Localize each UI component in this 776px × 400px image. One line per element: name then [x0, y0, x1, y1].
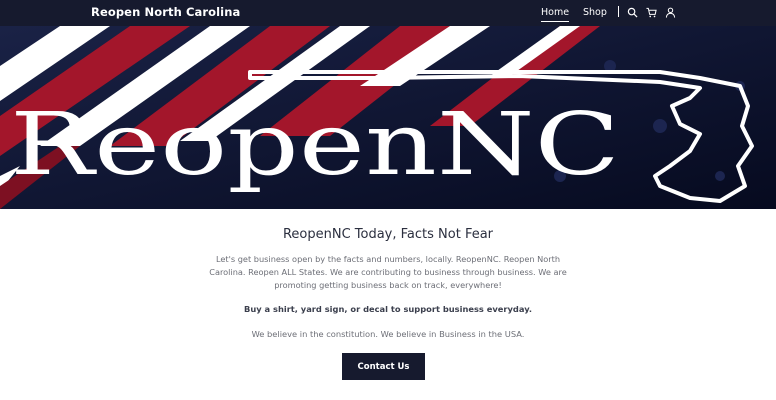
- hero-banner-graphic: ReopenNC: [0, 26, 776, 209]
- top-navigation-bar: Reopen North Carolina Home Shop: [0, 0, 776, 26]
- hero-banner: ReopenNC: [0, 26, 776, 209]
- contact-us-button[interactable]: Contact Us: [342, 353, 425, 380]
- support-callout: Buy a shirt, yard sign, or decal to supp…: [244, 304, 532, 314]
- search-icon[interactable]: [626, 6, 639, 19]
- user-icon[interactable]: [664, 6, 677, 19]
- hero-title: ReopenNC: [10, 95, 620, 195]
- nav-shop-link[interactable]: Shop: [583, 7, 607, 18]
- page-heading: ReopenNC Today, Facts Not Fear: [282, 227, 494, 242]
- nav-home-link[interactable]: Home: [541, 7, 570, 22]
- belief-statement: We believe in the constitution. We belie…: [251, 329, 525, 339]
- nav-divider: [618, 6, 619, 17]
- cart-icon[interactable]: [645, 6, 658, 19]
- intro-paragraph: Let's get business open by the facts and…: [209, 254, 567, 290]
- site-logo-link[interactable]: Reopen North Carolina: [91, 5, 240, 19]
